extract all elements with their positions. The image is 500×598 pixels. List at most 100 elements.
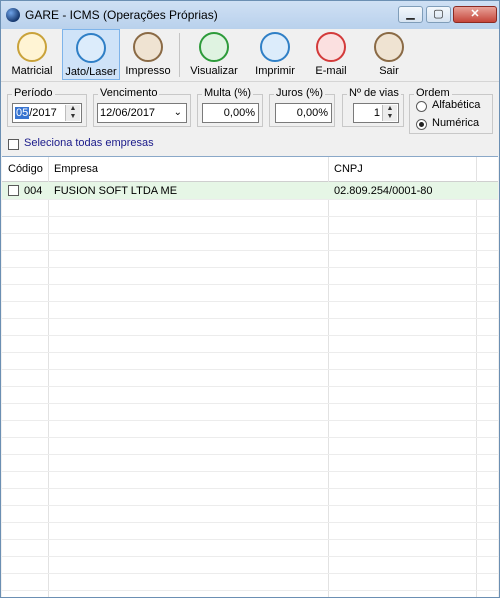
header-cnpj[interactable]: CNPJ xyxy=(334,163,363,175)
dot-matrix-printer-icon xyxy=(17,32,47,62)
chevron-down-icon: ⌄ xyxy=(173,107,182,118)
grid-row-line xyxy=(2,573,498,574)
periodo-spinner[interactable]: ▲ ▼ xyxy=(65,105,80,121)
laser-printer-icon xyxy=(76,33,106,63)
grid-row-line xyxy=(2,250,498,251)
main-window: GARE - ICMS (Operações Próprias) ▁ ▢ ✕ M… xyxy=(0,0,500,598)
ordem-numerica-radio[interactable] xyxy=(416,119,427,130)
grid-row-line xyxy=(2,556,498,557)
vias-input[interactable]: 1 ▲ ▼ xyxy=(353,103,399,123)
close-icon: ✕ xyxy=(470,8,480,20)
close-button[interactable]: ✕ xyxy=(453,6,497,23)
select-all-checkbox[interactable] xyxy=(8,139,19,150)
grid-row-line xyxy=(2,505,498,506)
grid-row-line xyxy=(2,403,498,404)
grid-row-line xyxy=(2,199,498,200)
periodo-year: /2017 xyxy=(29,107,57,119)
periodo-month: 05 xyxy=(15,107,30,119)
grid-row-line xyxy=(2,335,498,336)
maximize-icon: ▢ xyxy=(433,8,444,20)
table-row[interactable]: 004 FUSION SOFT LTDA ME 02.809.254/0001-… xyxy=(2,182,498,199)
spin-up-icon: ▲ xyxy=(386,105,394,112)
grid-row-line xyxy=(2,386,498,387)
jato-laser-label: Jato/Laser xyxy=(65,66,117,78)
vias-value: 1 xyxy=(373,107,380,119)
grid-row-line xyxy=(2,369,498,370)
column-divider xyxy=(476,157,477,597)
header-empresa[interactable]: Empresa xyxy=(54,163,98,175)
periodo-label: Período xyxy=(12,87,55,99)
column-divider xyxy=(328,157,329,597)
multa-label: Multa (%) xyxy=(202,87,254,99)
vencimento-value: 12/06/2017 xyxy=(100,107,156,119)
jato-laser-button[interactable]: Jato/Laser xyxy=(62,29,120,80)
juros-input[interactable]: 0,00% xyxy=(275,103,332,123)
grid-row-line xyxy=(2,233,498,234)
spin-up-icon: ▲ xyxy=(69,105,77,112)
grid-row-line xyxy=(2,488,498,489)
header-codigo[interactable]: Código xyxy=(8,163,43,175)
juros-label: Juros (%) xyxy=(274,87,326,99)
ordem-label: Ordem xyxy=(414,87,452,99)
minimize-button[interactable]: ▁ xyxy=(398,6,423,23)
spin-down-icon: ▼ xyxy=(386,113,394,120)
column-divider xyxy=(48,157,49,597)
grid-row-line xyxy=(2,216,498,217)
window-title: GARE - ICMS (Operações Próprias) xyxy=(25,8,218,22)
grid-row-line xyxy=(2,454,498,455)
grid-row-line xyxy=(2,267,498,268)
vencimento-label: Vencimento xyxy=(98,87,160,99)
row-checkbox[interactable] xyxy=(8,185,19,196)
visualizar-label: Visualizar xyxy=(190,65,238,77)
multa-input[interactable]: 0,00% xyxy=(202,103,259,123)
minimize-icon: ▁ xyxy=(406,8,415,20)
imprimir-button[interactable]: Imprimir xyxy=(248,29,302,80)
row-codigo: 004 xyxy=(24,185,43,197)
vencimento-date-picker[interactable]: 12/06/2017 ⌄ xyxy=(97,103,187,123)
printer-icon xyxy=(260,32,290,62)
grid-row-line xyxy=(2,284,498,285)
row-cnpj: 02.809.254/0001-80 xyxy=(334,185,433,197)
exit-door-icon xyxy=(374,32,404,62)
spin-down-icon: ▼ xyxy=(69,113,77,120)
grid-row-line xyxy=(2,539,498,540)
select-all-label[interactable]: Seleciona todas empresas xyxy=(24,137,154,149)
title-bar: GARE - ICMS (Operações Próprias) ▁ ▢ ✕ xyxy=(1,1,499,30)
maximize-button[interactable]: ▢ xyxy=(426,6,451,23)
ordem-alfabetica-label: Alfabética xyxy=(432,99,481,111)
grid-row-line xyxy=(2,301,498,302)
envelope-icon xyxy=(316,32,346,62)
toolbar-separator xyxy=(179,33,180,77)
vias-label: Nº de vias xyxy=(347,87,401,99)
ordem-numerica-label: Numérica xyxy=(432,117,480,129)
matricial-label: Matricial xyxy=(11,65,53,77)
sair-button[interactable]: Sair xyxy=(364,29,414,80)
stamp-icon xyxy=(133,32,163,62)
sair-label: Sair xyxy=(379,65,399,77)
grid-row-line xyxy=(2,590,498,591)
multa-value: 0,00% xyxy=(223,107,255,119)
imprimir-label: Imprimir xyxy=(255,65,295,77)
grid-row-line xyxy=(2,522,498,523)
impresso-button[interactable]: Impresso xyxy=(123,29,173,80)
app-globe-icon xyxy=(6,8,20,22)
grid-row-line xyxy=(2,471,498,472)
toolbar: Matricial Jato/Laser Impresso Visualizar… xyxy=(1,29,499,82)
matricial-button[interactable]: Matricial xyxy=(7,29,57,80)
ordem-alfabetica-radio[interactable] xyxy=(416,101,427,112)
juros-value: 0,00% xyxy=(296,107,328,119)
email-label: E-mail xyxy=(315,65,347,77)
monitor-icon xyxy=(199,32,229,62)
periodo-input[interactable]: 05/2017 ▲ ▼ xyxy=(12,103,82,123)
grid-row-line xyxy=(2,352,498,353)
email-button[interactable]: E-mail xyxy=(306,29,356,80)
grid-row-line xyxy=(2,437,498,438)
grid-row-line xyxy=(2,318,498,319)
companies-table: Código Empresa CNPJ 004 FUSION SOFT LTDA… xyxy=(2,156,498,597)
row-empresa: FUSION SOFT LTDA ME xyxy=(54,185,178,197)
vias-spinner[interactable]: ▲ ▼ xyxy=(382,105,397,121)
visualizar-button[interactable]: Visualizar xyxy=(187,29,241,80)
grid-row-line xyxy=(2,420,498,421)
impresso-label: Impresso xyxy=(125,65,171,77)
table-header: Código Empresa CNPJ xyxy=(2,157,498,182)
